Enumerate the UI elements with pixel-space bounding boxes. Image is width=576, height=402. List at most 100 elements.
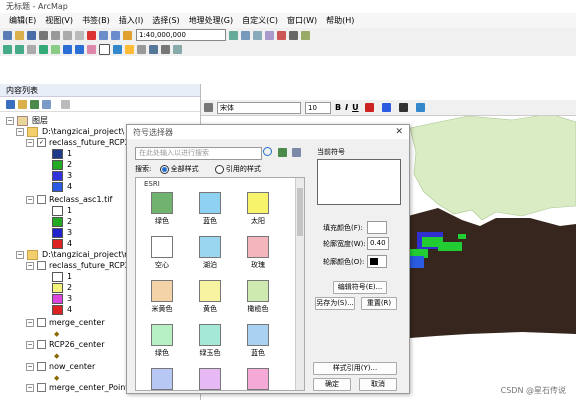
toc-folder-1[interactable]: − D:\tangzicai_project\ xyxy=(16,126,124,137)
radio-referenced-styles[interactable]: 引用的样式 xyxy=(214,164,261,174)
search-input[interactable]: 在此处输入以进行搜索 xyxy=(135,147,262,160)
font-color-icon[interactable] xyxy=(364,103,374,112)
symbol-swatch[interactable]: 绿玉色 xyxy=(190,324,230,358)
list-by-visibility-icon[interactable] xyxy=(30,99,39,109)
editor-icon[interactable] xyxy=(229,30,238,40)
layer-visibility-checkbox[interactable]: ✓ xyxy=(37,138,46,147)
layer-visibility-checkbox[interactable] xyxy=(37,340,46,349)
forward-icon[interactable] xyxy=(75,44,84,54)
layer-visibility-checkbox[interactable] xyxy=(37,362,46,371)
symbol-swatch[interactable]: 米黄色 xyxy=(142,280,182,314)
collapse-icon[interactable]: − xyxy=(26,362,34,371)
font-select[interactable]: 宋体 xyxy=(217,101,301,114)
save-icon[interactable] xyxy=(27,30,36,40)
list-by-selection-icon[interactable] xyxy=(42,99,51,109)
collapse-icon[interactable]: − xyxy=(16,250,24,259)
symbol-swatch[interactable] xyxy=(190,368,230,390)
toc-layer-6[interactable]: − now_center xyxy=(26,361,95,372)
collapse-icon[interactable]: − xyxy=(6,116,14,125)
list-by-source-icon[interactable] xyxy=(18,99,27,109)
collapse-icon[interactable]: − xyxy=(26,340,34,349)
options-icon[interactable] xyxy=(61,99,70,109)
paste-icon[interactable] xyxy=(75,30,84,40)
toc-root[interactable]: − 图层 xyxy=(6,115,48,126)
toc-layer-1[interactable]: − ✓ reclass_future_RCP26 xyxy=(26,137,135,148)
legend-item[interactable]: 2 xyxy=(52,159,72,170)
outline-width-stepper[interactable]: 0.40 xyxy=(367,237,389,250)
symbol-gallery[interactable]: ESRI 绿色 蓝色 太阳 空心 湖泊 玫瑰 米黄色 黄色 橄榄色 绿色 绿玉色 蓝色 xyxy=(135,177,305,391)
cancel-button[interactable]: 取消 xyxy=(359,378,397,391)
toc-layer-2[interactable]: − Reclass_asc1.tif xyxy=(26,194,112,205)
text-tool-icon[interactable] xyxy=(204,103,213,112)
menu-item[interactable]: 帮助(H) xyxy=(326,15,354,26)
legend-item[interactable]: 1 xyxy=(52,271,72,282)
measure-icon[interactable] xyxy=(137,44,146,54)
delete-icon[interactable] xyxy=(87,30,96,40)
fill-color-icon[interactable] xyxy=(381,103,391,112)
undo-icon[interactable] xyxy=(99,30,108,40)
select-features-icon[interactable] xyxy=(87,44,96,54)
time-slider-icon[interactable] xyxy=(173,44,182,54)
toc-layer-7[interactable]: − merge_center_PointsTo xyxy=(26,382,141,393)
symbol-swatch[interactable]: 橄榄色 xyxy=(238,280,278,314)
arctoolbox-icon[interactable] xyxy=(277,30,286,40)
scale-input[interactable]: 1:40,000,000 xyxy=(136,29,226,41)
gallery-scrollbar[interactable] xyxy=(295,178,304,390)
bold-button[interactable]: B xyxy=(335,103,341,112)
outline-color-picker[interactable] xyxy=(367,255,387,268)
menu-item[interactable]: 自定义(C) xyxy=(242,15,278,26)
symbol-swatch[interactable] xyxy=(238,368,278,390)
legend-item[interactable]: 2 xyxy=(52,216,72,227)
modelbuilder-icon[interactable] xyxy=(301,30,310,40)
catalog-icon[interactable] xyxy=(253,30,262,40)
find-icon[interactable] xyxy=(149,44,158,54)
collapse-icon[interactable]: − xyxy=(26,383,34,392)
collapse-icon[interactable]: − xyxy=(26,195,34,204)
symbol-swatch[interactable]: 蓝色 xyxy=(238,324,278,358)
legend-item[interactable]: 2 xyxy=(52,282,72,293)
full-extent-icon[interactable] xyxy=(39,44,48,54)
select-elements-icon[interactable] xyxy=(99,43,110,55)
identify-icon[interactable] xyxy=(113,44,122,54)
legend-item[interactable]: 4 xyxy=(52,238,72,249)
toc-layer-3[interactable]: − reclass_future_RCP26 xyxy=(26,260,135,271)
collapse-icon[interactable]: − xyxy=(26,138,34,147)
symbol-swatch[interactable]: 蓝色 xyxy=(190,192,230,226)
reset-button[interactable]: 重置(R) xyxy=(361,297,397,310)
add-data-icon[interactable] xyxy=(123,30,132,40)
layer-visibility-checkbox[interactable] xyxy=(37,318,46,327)
hyperlink-icon[interactable] xyxy=(125,44,134,54)
collapse-icon[interactable]: − xyxy=(16,127,24,136)
symbol-swatch[interactable]: 空心 xyxy=(142,236,182,270)
legend-item[interactable]: 3 xyxy=(52,293,72,304)
font-size-select[interactable]: 10 xyxy=(305,101,331,114)
close-icon[interactable]: ✕ xyxy=(395,127,403,137)
layer-visibility-checkbox[interactable] xyxy=(37,261,46,270)
view-options-icon[interactable] xyxy=(292,148,301,157)
italic-button[interactable]: I xyxy=(345,103,348,112)
legend-item[interactable]: 4 xyxy=(52,304,72,315)
zoom-in-icon[interactable] xyxy=(3,44,12,54)
menu-item[interactable]: 插入(I) xyxy=(119,15,144,26)
style-references-button[interactable]: 样式引用(Y)... xyxy=(313,362,397,375)
underline-button[interactable]: U xyxy=(352,103,359,112)
redo-icon[interactable] xyxy=(111,30,120,40)
menu-item[interactable]: 地理处理(G) xyxy=(189,15,233,26)
symbol-swatch[interactable]: 绿色 xyxy=(142,324,182,358)
legend-item[interactable]: 1 xyxy=(52,148,72,159)
open-icon[interactable] xyxy=(15,30,24,40)
edit-symbol-button[interactable]: 编辑符号(E)... xyxy=(333,281,387,294)
menu-item[interactable]: 窗口(W) xyxy=(287,15,317,26)
route-icon[interactable] xyxy=(161,44,170,54)
menu-item[interactable]: 书签(B) xyxy=(82,15,110,26)
symbol-swatch[interactable] xyxy=(142,368,182,390)
collapse-icon[interactable]: − xyxy=(26,261,34,270)
back-icon[interactable] xyxy=(63,44,72,54)
collapse-icon[interactable]: − xyxy=(26,318,34,327)
save-as-button[interactable]: 另存为(S)... xyxy=(315,297,355,310)
list-by-drawing-order-icon[interactable] xyxy=(6,99,15,109)
legend-item[interactable]: 3 xyxy=(52,170,72,181)
print-icon[interactable] xyxy=(39,30,48,40)
menu-item[interactable]: 视图(V) xyxy=(45,15,73,26)
ok-button[interactable]: 确定 xyxy=(313,378,351,391)
